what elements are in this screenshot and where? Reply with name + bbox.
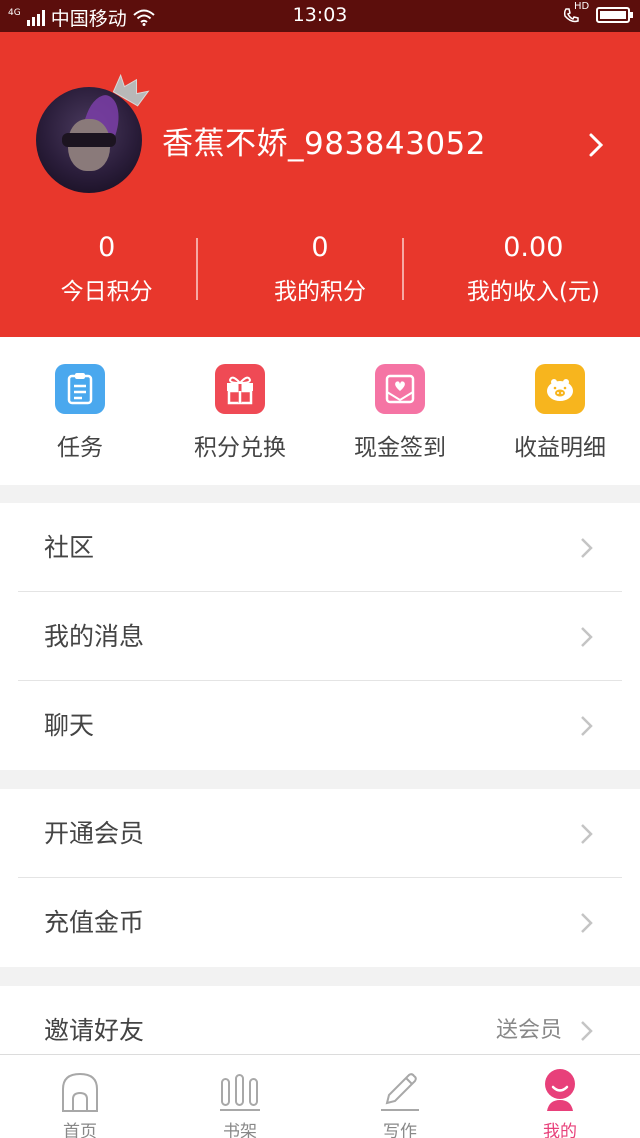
stat-divider [196, 238, 198, 300]
chevron-right-icon [581, 824, 593, 844]
quick-action-label: 收益明细 [514, 435, 606, 461]
quick-action-label: 积分兑换 [194, 435, 286, 461]
stat-value: 0 [98, 232, 116, 263]
envelope-heart-icon [375, 364, 425, 414]
menu-item-label: 聊天 [44, 711, 95, 740]
username: 香蕉不娇_983843052 [162, 126, 487, 162]
menu-item-my-messages[interactable]: 我的消息 [0, 592, 640, 681]
quick-action-label: 任务 [57, 435, 103, 461]
menu-item-label: 我的消息 [44, 622, 145, 651]
hd-label: HD [574, 1, 590, 12]
stat-my-income[interactable]: 0.00 我的收入(元) [427, 228, 640, 308]
stat-value: 0 [311, 232, 329, 263]
tab-write[interactable]: 写作 [320, 1055, 480, 1138]
chevron-right-icon [581, 1021, 593, 1041]
clock: 13:03 [292, 4, 348, 26]
pen-icon [381, 1073, 419, 1111]
chevron-right-icon [581, 913, 593, 933]
tab-label: 我的 [543, 1122, 577, 1138]
stat-my-points[interactable]: 0 我的积分 [213, 228, 426, 308]
tab-label: 书架 [223, 1122, 257, 1138]
quick-action-cash-checkin[interactable]: 现金签到 [320, 337, 480, 485]
menu-item-chat[interactable]: 聊天 [0, 681, 640, 770]
profile-icon [545, 1069, 575, 1111]
hd-call-icon: HD [562, 1, 589, 25]
status-bar: 4G 中国移动 13:03 HD [0, 0, 640, 32]
menu-item-community[interactable]: 社区 [0, 503, 640, 592]
stat-label: 我的收入(元) [466, 279, 600, 305]
quick-actions: 任务 积分兑换 现金签到 收益明细 [0, 337, 640, 485]
stat-label: 我的积分 [273, 279, 366, 305]
menu-item-label: 开通会员 [44, 819, 145, 848]
home-icon [62, 1072, 98, 1112]
menu-item-label: 充值金币 [44, 908, 145, 937]
bookshelf-icon [220, 1074, 260, 1111]
chevron-right-icon[interactable] [588, 132, 604, 158]
stat-today-points[interactable]: 0 今日积分 [0, 228, 213, 308]
quick-action-label: 现金签到 [354, 435, 446, 461]
quick-action-income-details[interactable]: 收益明细 [480, 337, 640, 485]
quick-action-task[interactable]: 任务 [0, 337, 160, 485]
menu-item-open-membership[interactable]: 开通会员 [0, 789, 640, 878]
stat-divider [402, 238, 404, 300]
tab-label: 写作 [383, 1122, 417, 1138]
stat-label: 今日积分 [60, 279, 153, 305]
tab-label: 首页 [63, 1122, 97, 1138]
chevron-right-icon [581, 627, 593, 647]
stat-value: 0.00 [503, 232, 564, 263]
gift-icon [215, 364, 265, 414]
battery-icon [596, 7, 633, 23]
quick-action-points-exchange[interactable]: 积分兑换 [160, 337, 320, 485]
bottom-tab-bar: 首页 书架 写作 我的 [0, 1054, 640, 1138]
crown-icon [112, 73, 150, 107]
profile-header[interactable]: 香蕉不娇_983843052 0 今日积分 0 我的积分 0.00 我的收入(元… [0, 32, 640, 337]
piggy-bank-icon [535, 364, 585, 414]
menu-group-membership: 开通会员 充值金币 [0, 789, 640, 967]
stats-row: 0 今日积分 0 我的积分 0.00 我的收入(元) [0, 228, 640, 308]
task-icon [55, 364, 105, 414]
menu-item-recharge-coins[interactable]: 充值金币 [0, 878, 640, 967]
tab-home[interactable]: 首页 [0, 1055, 160, 1138]
tab-me[interactable]: 我的 [480, 1055, 640, 1138]
chevron-right-icon [581, 716, 593, 736]
menu-group-social: 社区 我的消息 聊天 [0, 503, 640, 770]
tab-bookshelf[interactable]: 书架 [160, 1055, 320, 1138]
chevron-right-icon [581, 538, 593, 558]
menu-item-label: 社区 [44, 533, 95, 562]
